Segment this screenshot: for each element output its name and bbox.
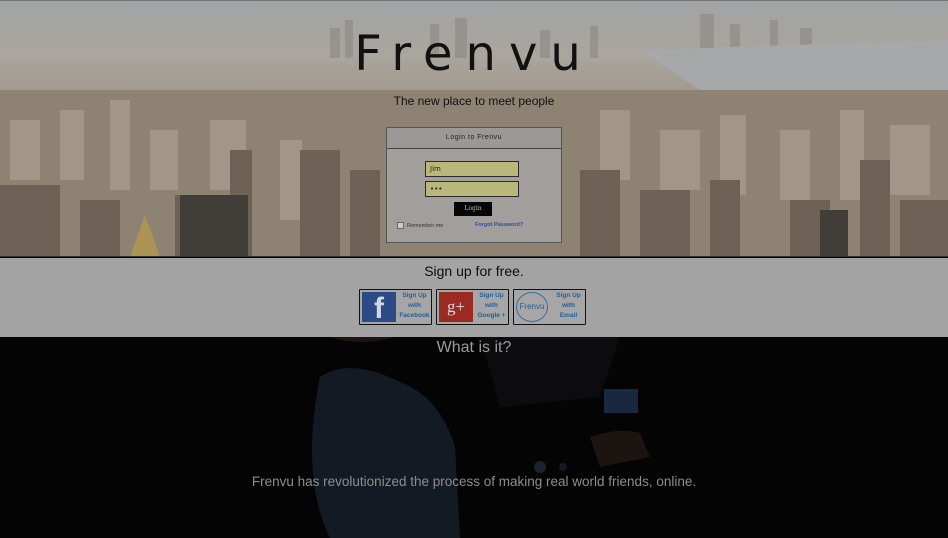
remember-me-option[interactable]: Remember me (397, 222, 443, 229)
signup-email-label: Sign Up with Email (556, 292, 581, 319)
hero-top-border (0, 0, 948, 1)
about-background-image (0, 337, 948, 538)
signup-facebook-button[interactable]: f Sign Up with Facebook (359, 289, 432, 325)
login-heading: Login to Frenvu (387, 128, 561, 149)
site-title: Frenvu (354, 26, 594, 82)
username-input[interactable]: Jim (425, 161, 519, 177)
about-description: Frenvu has revolutionized the process of… (251, 474, 697, 489)
signup-google-label: Sign Up with Google + (477, 292, 506, 319)
signup-google-button[interactable]: g+ Sign Up with Google + (436, 289, 509, 325)
hero-bottom-border (0, 256, 948, 257)
login-panel: Login to Frenvu Jim ••• Login Remember m… (386, 127, 562, 243)
login-button[interactable]: Login (454, 202, 492, 216)
signup-section: Sign up for free. f Sign Up with Faceboo… (0, 258, 948, 337)
signup-email-button[interactable]: Frenvu Sign Up with Email (513, 289, 586, 325)
about-section: What is it? Frenvu has revolutionized th… (0, 337, 948, 538)
google-plus-icon: g+ (439, 292, 473, 322)
site-tagline: The new place to meet people (393, 94, 555, 108)
forgot-password-link[interactable]: Forgot Password? (475, 222, 523, 228)
password-input[interactable]: ••• (425, 181, 519, 197)
signup-facebook-label: Sign Up with Facebook (399, 292, 430, 319)
facebook-icon: f (362, 292, 396, 322)
remember-me-checkbox[interactable] (397, 222, 404, 229)
hero-section: Frenvu The new place to meet people Logi… (0, 0, 948, 257)
about-title: What is it? (436, 339, 512, 356)
remember-me-label: Remember me (407, 222, 444, 229)
frenvu-logo-icon: Frenvu (516, 292, 548, 322)
signup-title: Sign up for free. (424, 263, 524, 279)
